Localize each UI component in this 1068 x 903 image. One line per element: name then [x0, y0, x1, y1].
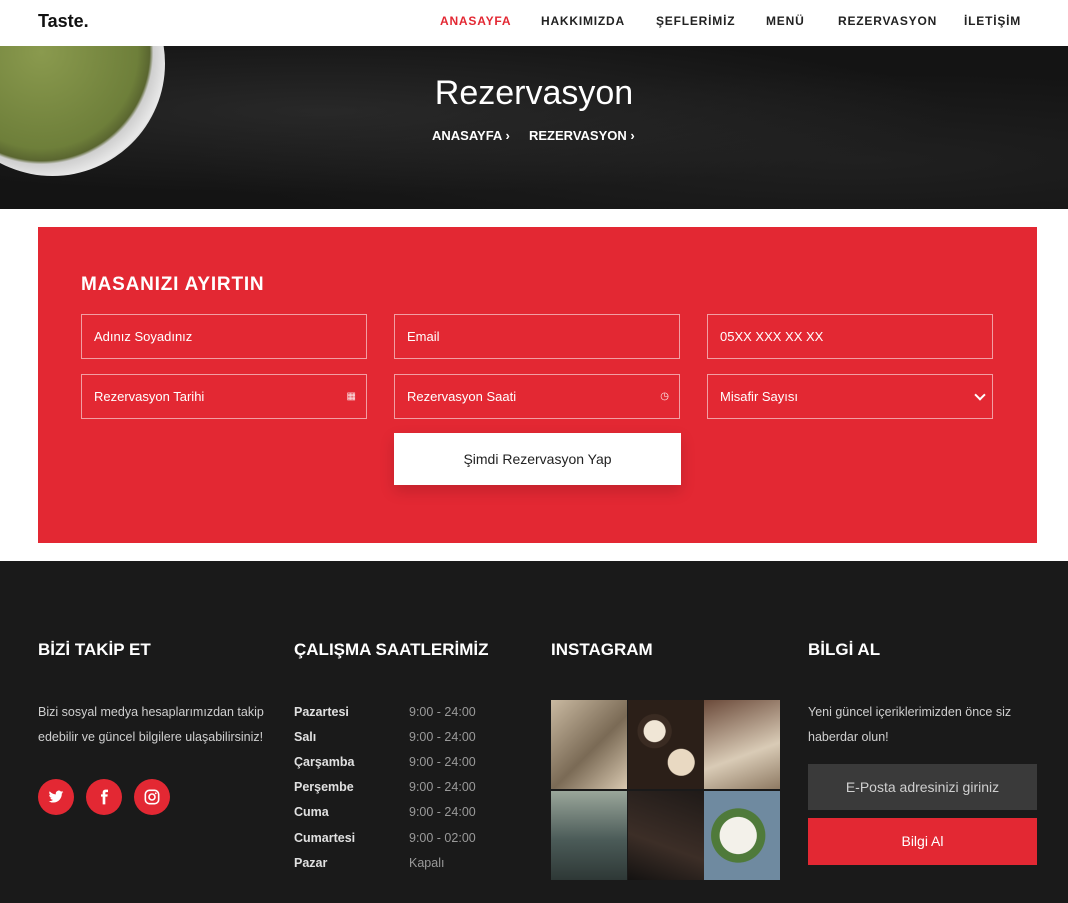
hours-day: Cumartesi	[294, 831, 356, 845]
chevron-right-icon: ›	[505, 128, 510, 143]
instagram-photo[interactable]	[704, 791, 780, 880]
page-hero: Rezervasyon ANASAYFA › REZERVASYON ›	[0, 46, 1068, 209]
hours-time: 9:00 - 02:00	[409, 831, 476, 845]
hours-day: Pazar	[294, 856, 328, 870]
site-logo[interactable]: Taste.	[38, 11, 89, 32]
submit-reservation-button[interactable]: Şimdi Rezervasyon Yap	[394, 433, 681, 485]
instagram-photo[interactable]	[628, 791, 704, 880]
hours-day: Salı	[294, 730, 317, 744]
hours-title: ÇALIŞMA SAATLERİMİZ	[294, 640, 489, 659]
phone-input[interactable]: 05XX XXX XX XX	[707, 314, 993, 359]
instagram-icon[interactable]	[134, 779, 170, 815]
nav-reservation[interactable]: REZERVASYON	[838, 14, 937, 28]
newsletter-title: BİLGİ AL	[808, 640, 881, 659]
breadcrumb-home[interactable]: ANASAYFA ›	[432, 128, 510, 143]
nav-contact[interactable]: İLETİŞİM	[964, 14, 1021, 28]
instagram-photo[interactable]	[704, 700, 780, 789]
site-footer: BİZİ TAKİP ET Bizi sosyal medya hesaplar…	[0, 561, 1068, 903]
name-input[interactable]: Adınız Soyadınız	[81, 314, 367, 359]
reservation-form: MASANIZI AYIRTIN Adınız Soyadınız Email …	[38, 227, 1037, 543]
follow-text-2: edebilir ve güncel bilgilere ulaşabilirs…	[38, 730, 264, 744]
calendar-icon: ▦	[346, 391, 356, 402]
hours-day: Pazartesi	[294, 705, 349, 719]
instagram-photo[interactable]	[551, 700, 627, 789]
instagram-photo[interactable]	[551, 791, 627, 880]
newsletter-submit-button[interactable]: Bilgi Al	[808, 818, 1037, 865]
phone-placeholder: 05XX XXX XX XX	[720, 329, 824, 344]
date-input[interactable]: Rezervasyon Tarihi ▦	[81, 374, 367, 419]
chevron-right-icon: ›	[630, 128, 635, 143]
reservation-title: MASANIZI AYIRTIN	[81, 274, 265, 295]
newsletter-email-input[interactable]: E-Posta adresinizi giriniz	[808, 764, 1037, 810]
nav-home[interactable]: ANASAYFA	[440, 14, 511, 28]
hours-time: 9:00 - 24:00	[409, 730, 476, 744]
email-placeholder: Email	[407, 329, 440, 344]
time-input[interactable]: Rezervasyon Saati ◷	[394, 374, 680, 419]
email-input[interactable]: Email	[394, 314, 680, 359]
newsletter-text-1: Yeni güncel içeriklerimizden önce siz	[808, 705, 1012, 719]
nav-chefs[interactable]: ŞEFLERİMİZ	[656, 14, 735, 28]
nav-menu[interactable]: MENÜ	[766, 14, 805, 28]
name-placeholder: Adınız Soyadınız	[94, 329, 193, 344]
facebook-icon[interactable]	[86, 779, 122, 815]
nav-about[interactable]: HAKKIMIZDA	[541, 14, 625, 28]
hours-time: 9:00 - 24:00	[409, 705, 476, 719]
hours-day: Cuma	[294, 805, 329, 819]
hours-time: Kapalı	[409, 856, 445, 870]
date-placeholder: Rezervasyon Tarihi	[94, 389, 205, 404]
page-title: Rezervasyon	[434, 74, 634, 112]
instagram-photo[interactable]	[628, 700, 704, 789]
guests-select[interactable]: Misafir Sayısı	[707, 374, 993, 419]
time-placeholder: Rezervasyon Saati	[407, 389, 517, 404]
top-navbar: Taste. ANASAYFA HAKKIMIZDA ŞEFLERİMİZ ME…	[0, 0, 1068, 46]
instagram-title: INSTAGRAM	[551, 640, 653, 659]
clock-icon: ◷	[660, 391, 669, 402]
breadcrumb-current[interactable]: REZERVASYON ›	[529, 128, 635, 143]
chevron-down-icon	[974, 389, 986, 401]
follow-title: BİZİ TAKİP ET	[38, 640, 151, 659]
newsletter-text-2: haberdar olun!	[808, 730, 889, 744]
guests-placeholder: Misafir Sayısı	[720, 389, 799, 404]
hours-day: Perşembe	[294, 780, 354, 794]
twitter-icon[interactable]	[38, 779, 74, 815]
hours-day: Çarşamba	[294, 755, 355, 769]
hours-time: 9:00 - 24:00	[409, 755, 476, 769]
hours-time: 9:00 - 24:00	[409, 780, 476, 794]
follow-text-1: Bizi sosyal medya hesaplarımızdan takip	[38, 705, 264, 719]
hours-time: 9:00 - 24:00	[409, 805, 476, 819]
